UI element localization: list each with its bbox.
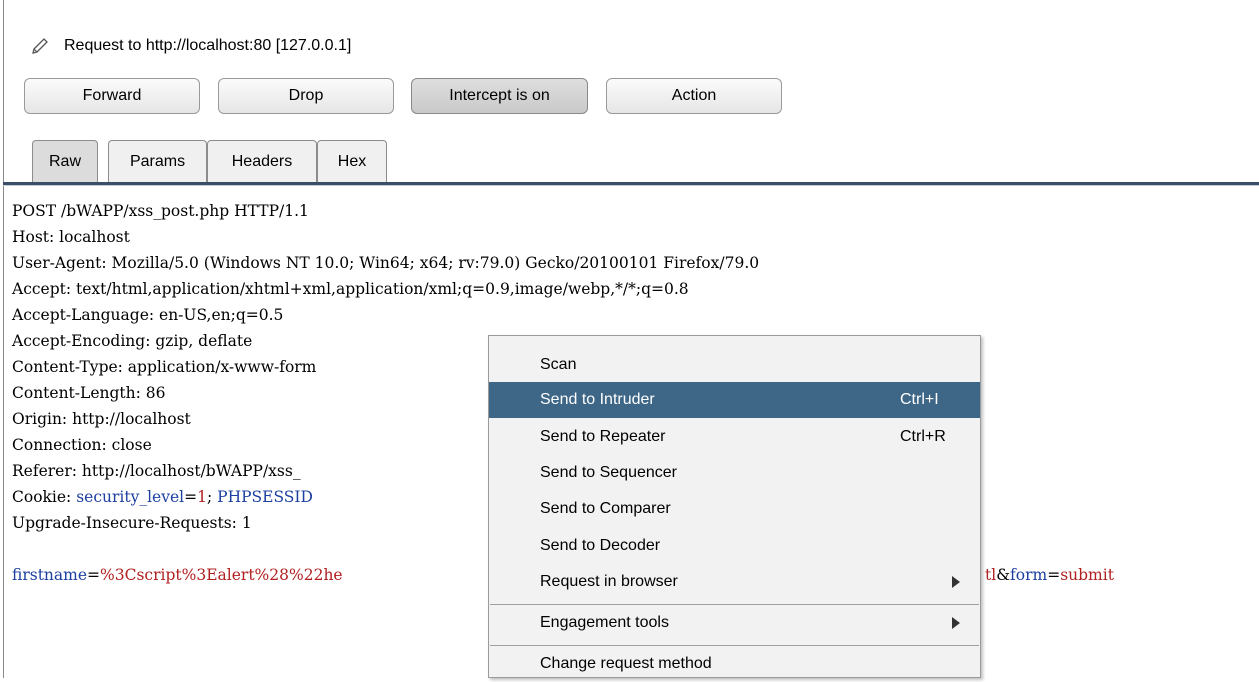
body-equals: = xyxy=(1047,566,1061,584)
request-title: Request to http://localhost:80 [127.0.0.… xyxy=(64,37,352,54)
forward-button[interactable]: Forward xyxy=(24,78,200,114)
menu-item-send-to-sequencer[interactable]: Send to Sequencer xyxy=(489,455,980,491)
request-title-row: Request to http://localhost:80 [127.0.0.… xyxy=(30,34,351,58)
menu-item-send-to-intruder[interactable]: Send to Intruder Ctrl+I xyxy=(489,382,980,418)
cookie-key: security_level xyxy=(76,488,185,506)
header-connection: Connection: close xyxy=(12,436,152,454)
tab-raw[interactable]: Raw xyxy=(32,140,98,183)
pencil-icon xyxy=(32,38,48,54)
menu-item-label: Engagement tools xyxy=(540,614,669,631)
body-param-key: form xyxy=(1010,566,1048,584)
tab-headers[interactable]: Headers xyxy=(207,140,317,182)
menu-shortcut: Ctrl+I xyxy=(900,391,939,408)
header-origin: Origin: http://localhost xyxy=(12,410,191,428)
header-cookie: Cookie: security_level=1; PHPSESSID xyxy=(12,484,313,510)
cookie-equals: = xyxy=(184,488,198,506)
header-accept: Accept: text/html,application/xhtml+xml,… xyxy=(12,280,689,298)
request-line: POST /bWAPP/xss_post.php HTTP/1.1 xyxy=(12,202,309,220)
intercept-toggle-button[interactable]: Intercept is on xyxy=(411,78,588,114)
tab-divider-shadow xyxy=(3,185,1259,186)
body-equals: = xyxy=(87,566,101,584)
menu-shortcut: Ctrl+R xyxy=(900,428,946,445)
header-content-type: Content-Type: application/x-www-form xyxy=(12,358,317,376)
menu-item-scan[interactable]: Scan xyxy=(489,347,980,383)
menu-item-label: Send to Repeater xyxy=(540,428,666,445)
body-ampersand: & xyxy=(996,566,1010,584)
header-content-length: Content-Length: 86 xyxy=(12,384,166,402)
cookie-separator: ; xyxy=(207,488,218,506)
menu-item-send-to-repeater[interactable]: Send to Repeater Ctrl+R xyxy=(489,419,980,455)
cookie-key: PHPSESSID xyxy=(217,488,313,506)
menu-item-label: Change request method xyxy=(540,655,712,672)
action-button[interactable]: Action xyxy=(606,78,782,114)
panel-border xyxy=(3,0,4,678)
menu-item-change-request-method[interactable]: Change request method xyxy=(489,646,980,682)
tab-hex[interactable]: Hex xyxy=(317,140,387,182)
menu-item-engagement-tools[interactable]: Engagement tools xyxy=(489,605,980,641)
body-param-key: firstname xyxy=(12,566,88,584)
menu-item-label: Send to Intruder xyxy=(540,391,655,408)
request-body: firstname=%3Cscript%3Ealert%28%22he xyxy=(12,562,343,588)
menu-item-send-to-comparer[interactable]: Send to Comparer xyxy=(489,491,980,527)
tab-params[interactable]: Params xyxy=(108,140,207,182)
header-accept-language: Accept-Language: en-US,en;q=0.5 xyxy=(12,306,284,324)
header-host: Host: localhost xyxy=(12,228,130,246)
header-referer: Referer: http://localhost/bWAPP/xss_ xyxy=(12,462,301,480)
request-body-tail: tl&form=submit xyxy=(985,562,1114,588)
cookie-value: 1 xyxy=(197,488,207,506)
drop-button[interactable]: Drop xyxy=(218,78,394,114)
body-param-value: submit xyxy=(1060,566,1114,584)
menu-item-label: Send to Decoder xyxy=(540,537,661,554)
header-upgrade-insecure: Upgrade-Insecure-Requests: 1 xyxy=(12,514,252,532)
submenu-arrow-icon xyxy=(952,617,960,629)
header-accept-encoding: Accept-Encoding: gzip, deflate xyxy=(12,332,253,350)
body-param-value: %3Cscript%3Ealert%28%22he xyxy=(100,566,343,584)
menu-item-request-in-browser[interactable]: Request in browser xyxy=(489,564,980,600)
menu-item-label: Request in browser xyxy=(540,573,678,590)
header-user-agent: User-Agent: Mozilla/5.0 (Windows NT 10.0… xyxy=(12,254,760,272)
cookie-label: Cookie: xyxy=(12,488,77,506)
context-menu: Scan Send to Intruder Ctrl+I Send to Repe… xyxy=(488,335,981,678)
submenu-arrow-icon xyxy=(952,576,960,588)
menu-item-label: Scan xyxy=(540,356,577,373)
menu-item-send-to-decoder[interactable]: Send to Decoder xyxy=(489,528,980,564)
menu-item-label: Send to Comparer xyxy=(540,500,671,517)
body-param-value-tail: tl xyxy=(985,566,997,584)
menu-item-label: Send to Sequencer xyxy=(540,464,677,481)
